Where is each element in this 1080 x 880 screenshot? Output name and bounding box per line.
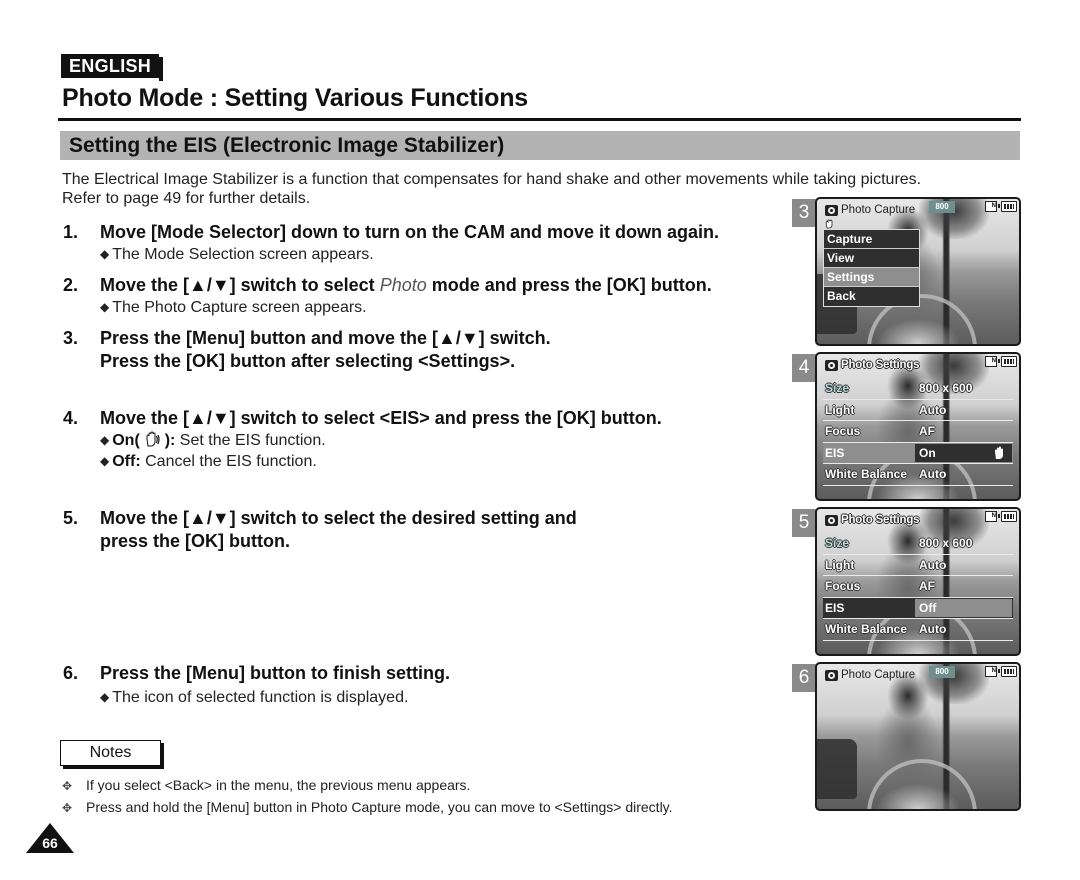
setting-row-focus[interactable]: Focus AF [823,576,1013,598]
step-number: 5. [63,508,79,528]
setting-row-focus[interactable]: Focus AF [823,421,1013,443]
setting-row-white-balance[interactable]: White Balance Auto [823,619,1013,641]
diamond-bullet-icon: ◆ [100,690,110,704]
step-1-note: ◆ The Mode Selection screen appears. [100,246,374,263]
setting-row-light[interactable]: Light Auto [823,400,1013,421]
step-text: Move [Mode Selector] down to turn on the… [100,222,720,242]
camera-screen-photo-capture: Photo Capture 800 N [815,662,1021,811]
camera-icon [825,514,838,526]
camera-screen-photo-settings-off: Photo Settings N Size 800 x 600 Light Auto… [815,507,1021,656]
eis-hand-icon [825,219,833,229]
eis-option-off: ◆ Off: Cancel the EIS function. [100,453,317,470]
section-title: Setting the EIS (Electronic Image Stabil… [69,134,505,157]
step-1: 1. Move [Mode Selector] down to turn on t… [63,221,719,244]
note-item: ✥ If you select <Back> in the menu, the p… [62,777,471,793]
capture-menu: Capture View Settings Back [823,229,920,307]
eis-option-on: ◆ On( ): Set the EIS function. [100,431,326,449]
diamond-bullet-icon: ◆ [100,300,110,314]
quality-indicator-icon: N [985,356,997,367]
page-number: 66 [42,835,58,851]
screen-step-number: 3 [792,199,816,227]
note-bullet-icon: ✥ [62,801,73,815]
notes-label: Notes [60,740,161,766]
camera-screen-photo-settings-on: Photo Settings N Size 800 x 600 Light Auto… [815,352,1021,501]
quality-indicator-icon: N [985,666,997,677]
setting-row-size[interactable]: Size 800 x 600 [823,533,1013,555]
camera-icon [825,669,838,681]
battery-icon [998,511,1017,522]
camera-icon [825,359,838,371]
setting-row-eis[interactable]: EIS Off [823,597,1013,619]
battery-icon [998,201,1017,212]
step-5: 5. Move the [▲/▼] switch to select the de… [63,508,577,551]
screen-title: Photo Capture [841,669,916,681]
step-2-note: ◆ The Photo Capture screen appears. [100,299,367,316]
note-bullet-icon: ✥ [62,779,73,793]
battery-icon [998,356,1017,367]
note-item: ✥ Press and hold the [Menu] button in Pho… [62,799,673,815]
diamond-bullet-icon: ◆ [100,454,110,468]
language-badge: ENGLISH [61,54,164,81]
camera-screen-photo-capture-menu: Photo Capture 800 N Capture View Setting… [815,197,1021,346]
step-3: 3. Press the [Menu] button and move the [… [63,328,551,371]
resolution-badge: 800 [929,201,955,213]
resolution-badge: 800 [929,666,955,678]
screen-title: Photo Capture [841,204,916,216]
step-number: 3. [63,328,79,348]
setting-row-eis[interactable]: EIS On [823,442,1013,464]
eis-hand-icon [995,446,1003,459]
page-number-badge: 66 [26,823,74,853]
step-number: 4. [63,408,79,428]
settings-list: Size 800 x 600 Light Auto Focus AF EIS On Wh… [823,378,1013,486]
step-6: 6. Press the [Menu] button to finish sett… [63,663,450,683]
title-divider [58,118,1021,121]
page-title: Photo Mode : Setting Various Functions [62,84,529,112]
photo-mode-emphasis: Photo [379,275,427,295]
eis-hand-icon [146,431,160,447]
screen-title: Photo Settings [841,514,920,526]
diamond-bullet-icon: ◆ [100,247,110,261]
step-number: 2. [63,275,79,295]
screen-step-number: 6 [792,664,816,692]
diamond-bullet-icon: ◆ [100,433,110,447]
menu-item-capture[interactable]: Capture [824,230,919,249]
menu-item-back[interactable]: Back [824,287,919,306]
battery-icon [998,666,1017,677]
step-2: 2. Move the [▲/▼] switch to select Photo … [63,275,712,295]
setting-row-size[interactable]: Size 800 x 600 [823,378,1013,400]
quality-indicator-icon: N [985,511,997,522]
settings-list: Size 800 x 600 Light Auto Focus AF EIS Off W… [823,533,1013,641]
step-number: 1. [63,222,79,242]
step-number: 6. [63,663,79,683]
camera-icon [825,204,838,216]
step-4: 4. Move the [▲/▼] switch to select <EIS> … [63,408,662,428]
screen-step-number: 5 [792,509,816,537]
quality-indicator-icon: N [985,201,997,212]
setting-row-white-balance[interactable]: White Balance Auto [823,464,1013,486]
menu-item-view[interactable]: View [824,249,919,268]
screen-step-number: 4 [792,354,816,382]
step-6-note: ◆ The icon of selected function is displa… [100,689,409,706]
menu-item-settings[interactable]: Settings [824,268,919,287]
screen-title: Photo Settings [841,359,920,371]
setting-row-light[interactable]: Light Auto [823,555,1013,576]
intro-line: The Electrical Image Stabilizer is a fun… [62,171,922,188]
